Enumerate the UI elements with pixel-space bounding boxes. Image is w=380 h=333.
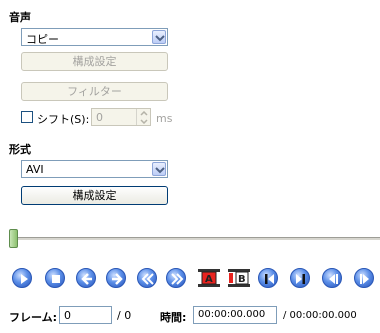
timeline-thumb[interactable] — [9, 229, 18, 248]
marker-a-icon: A — [198, 269, 220, 287]
format-settings-button[interactable]: 構成設定 — [21, 186, 168, 205]
frame-value: 0 — [64, 309, 71, 322]
next-frame-button[interactable] — [106, 268, 126, 288]
svg-text:A: A — [205, 274, 213, 285]
shift-checkbox[interactable] — [21, 111, 33, 123]
stop-icon — [52, 275, 60, 283]
format-section-label: 形式 — [9, 143, 31, 156]
next-frame-icon — [112, 273, 123, 285]
time-total: / 00:00:00.000 — [283, 310, 357, 321]
previous-keyframe-button[interactable] — [322, 268, 342, 288]
chevron-down-icon — [152, 162, 166, 176]
fast-forward-button[interactable] — [166, 268, 186, 288]
marker-a-button[interactable]: A — [198, 269, 220, 287]
format-container-value: AVI — [26, 163, 44, 176]
fast-forward-icon — [171, 273, 184, 285]
goto-start-icon — [265, 274, 274, 284]
frame-input[interactable]: 0 — [59, 306, 112, 324]
rewind-icon — [141, 273, 154, 285]
goto-start-button[interactable] — [258, 268, 278, 288]
shift-input[interactable]: 0 — [91, 108, 151, 126]
shift-unit-label: ms — [156, 112, 173, 125]
spin-down-icon[interactable] — [137, 117, 150, 125]
marker-b-button[interactable]: B — [228, 269, 250, 287]
shift-label: シフト(S): — [37, 113, 90, 126]
format-container-select[interactable]: AVI — [21, 160, 168, 178]
previous-keyframe-icon — [329, 274, 338, 284]
marker-b-icon: B — [228, 269, 250, 287]
time-value: 00:00:00.000 — [198, 309, 266, 320]
next-keyframe-icon — [360, 274, 369, 284]
audio-section-label: 音声 — [9, 11, 31, 24]
previous-frame-button[interactable] — [76, 268, 96, 288]
svg-text:B: B — [238, 274, 246, 285]
audio-filter-button[interactable]: フィルター — [21, 82, 168, 101]
chevron-down-icon — [152, 30, 166, 44]
audio-settings-button[interactable]: 構成設定 — [21, 52, 168, 71]
shift-value: 0 — [96, 111, 103, 124]
play-button[interactable] — [12, 268, 32, 288]
goto-end-icon — [296, 274, 305, 284]
stop-button[interactable] — [45, 268, 65, 288]
goto-end-button[interactable] — [290, 268, 310, 288]
next-keyframe-button[interactable] — [354, 268, 374, 288]
time-input[interactable]: 00:00:00.000 — [193, 306, 277, 324]
rewind-button[interactable] — [137, 268, 157, 288]
frame-total: / 0 — [117, 309, 132, 322]
spin-up-icon[interactable] — [137, 109, 150, 117]
audio-codec-select[interactable]: コピー — [21, 28, 168, 46]
shift-spinner[interactable] — [136, 109, 150, 125]
audio-codec-value: コピー — [26, 33, 59, 46]
timeline-track[interactable] — [14, 237, 380, 240]
play-icon — [21, 274, 28, 284]
previous-frame-icon — [81, 273, 92, 285]
time-label: 時間: — [160, 311, 187, 324]
frame-label: フレーム: — [9, 311, 58, 324]
